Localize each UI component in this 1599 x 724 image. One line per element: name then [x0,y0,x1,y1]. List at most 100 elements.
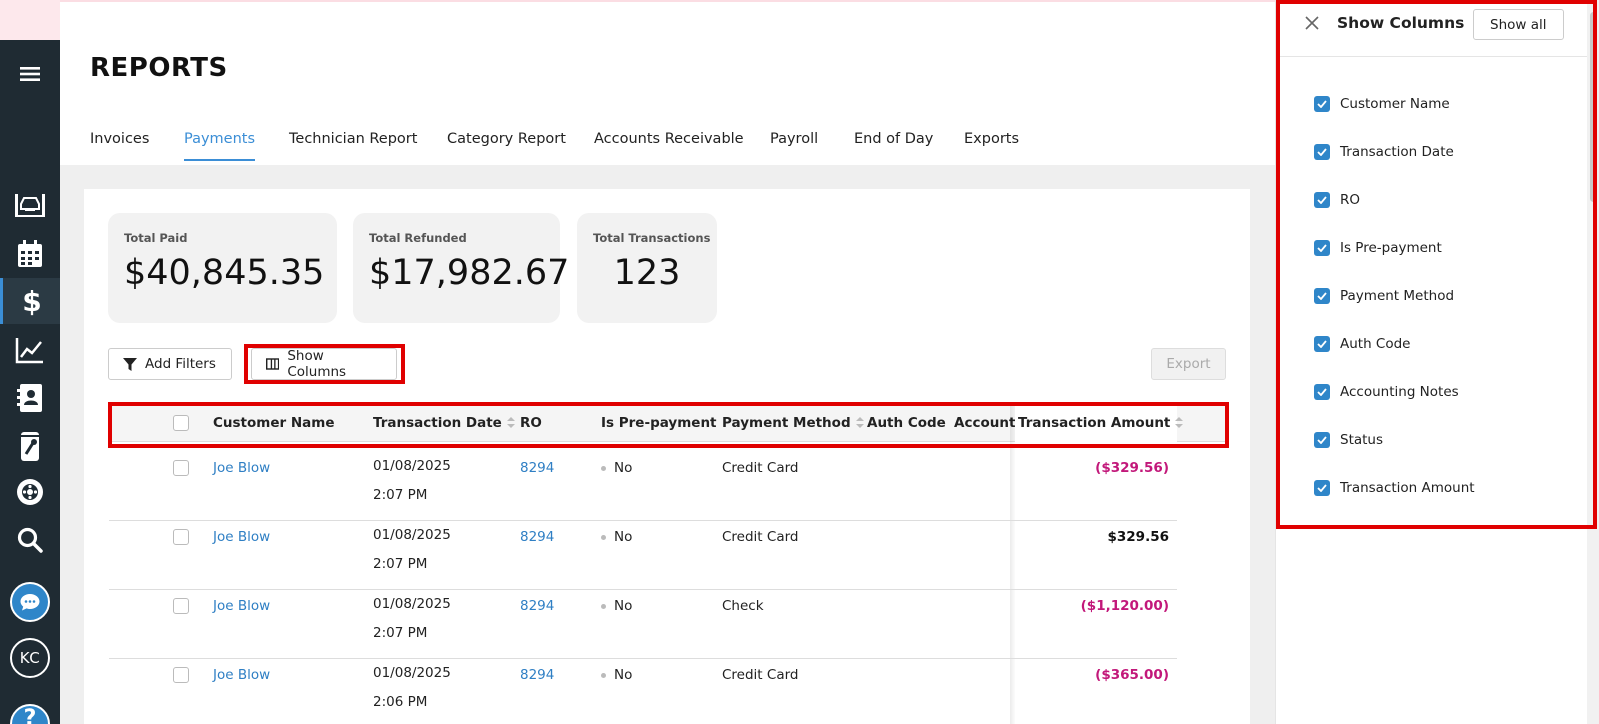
payment-method: Check [722,598,764,614]
show-columns-drawer: Show Columns Show all Customer Name Tran… [1275,0,1599,724]
chat-button[interactable] [10,582,50,622]
date-value: 01/08/2025 [373,527,451,543]
menu-toggle-button[interactable] [0,52,60,96]
checkbox-checked[interactable] [1314,144,1330,160]
ro-link[interactable]: 8294 [520,667,554,683]
avatar[interactable]: KC [10,638,50,678]
column-toggle-label: RO [1340,192,1361,208]
column-toggle-transaction-date[interactable]: Transaction Date [1314,142,1454,162]
sidebar-item-search[interactable] [0,518,60,562]
table-row[interactable]: Joe Blow 01/08/2025 2:07 PM 8294 No Credi… [109,452,1177,521]
prepayment-value: No [601,460,632,476]
ro-link[interactable]: 8294 [520,598,554,614]
time-value: 2:06 PM [373,694,428,710]
sort-icon[interactable] [1175,417,1184,429]
column-toggle-label: Customer Name [1340,96,1450,112]
show-columns-label: Show Columns [287,348,347,380]
status-dot [601,672,606,678]
sidebar-item-contacts[interactable] [0,376,60,420]
checkbox-checked[interactable] [1314,96,1330,112]
column-toggle-accounting-notes[interactable]: Accounting Notes [1314,382,1459,402]
sort-icon[interactable] [855,417,864,429]
row-checkbox[interactable] [173,529,189,545]
transaction-amount: ($1,120.00) [1080,598,1169,614]
row-checkbox[interactable] [173,460,189,476]
export-button[interactable]: Export [1151,348,1226,380]
close-button[interactable] [1304,15,1320,35]
column-toggle-label: Transaction Amount [1340,480,1475,496]
tab-payments[interactable]: Payments [184,131,256,161]
column-header-auth-code[interactable]: Auth Code [867,415,946,431]
column-header-ro[interactable]: RO [520,415,542,431]
table-row[interactable]: Joe Blow 01/08/2025 2:07 PM 8294 No Credi… [109,521,1177,590]
sidebar-item-tires[interactable] [0,470,60,514]
sidebar-item-payments[interactable]: $ [0,278,60,324]
sidebar-item-reports[interactable] [0,328,60,372]
ro-link[interactable]: 8294 [520,460,554,476]
table-row[interactable]: Joe Blow 01/08/2025 2:06 PM 8294 No Credi… [109,659,1177,724]
check-icon [1317,148,1327,156]
column-toggle-is-prepayment[interactable]: Is Pre-payment [1314,238,1442,258]
tab-invoices[interactable]: Invoices [90,131,149,159]
drawer-scrollbar[interactable] [1587,0,1599,724]
tab-exports[interactable]: Exports [964,131,1019,159]
tab-accounts-receivable[interactable]: Accounts Receivable [594,131,744,159]
customer-link[interactable]: Joe Blow [213,667,270,683]
column-toggle-payment-method[interactable]: Payment Method [1314,286,1454,306]
checkbox-checked[interactable] [1314,432,1330,448]
column-toggle-ro[interactable]: RO [1314,190,1360,210]
prepayment-label: No [614,460,633,476]
add-filters-button[interactable]: Add Filters [108,348,232,380]
checkbox-checked[interactable] [1314,336,1330,352]
select-all-checkbox[interactable] [173,415,189,431]
search-icon [17,527,43,553]
ro-link[interactable]: 8294 [520,529,554,545]
drawer-header: Show Columns Show all [1276,0,1599,57]
row-checkbox[interactable] [173,667,189,683]
column-header-label: Payment Method [722,415,851,431]
checkbox-checked[interactable] [1314,480,1330,496]
prepayment-value: No [601,529,632,545]
customer-link[interactable]: Joe Blow [213,460,270,476]
checkbox-checked[interactable] [1314,384,1330,400]
sort-icon[interactable] [506,417,515,429]
date-value: 01/08/2025 [373,665,451,681]
scrollbar-thumb[interactable] [1590,12,1597,202]
show-columns-button[interactable]: Show Columns [251,348,397,380]
column-toggle-label: Accounting Notes [1340,384,1459,400]
check-icon [1317,340,1327,348]
table-row[interactable]: Joe Blow 01/08/2025 2:07 PM 8294 No Check… [109,590,1177,659]
sidebar: $ KC ? [0,0,60,724]
help-button[interactable]: ? [10,704,50,724]
dollar-icon: $ [22,286,41,316]
column-toggle-label: Transaction Date [1340,144,1454,160]
row-checkbox[interactable] [173,598,189,614]
column-header-transaction-date[interactable]: Transaction Date [373,415,515,431]
column-toggle-transaction-amount[interactable]: Transaction Amount [1314,478,1475,498]
column-header-payment-method[interactable]: Payment Method [722,415,864,431]
column-toggle-auth-code[interactable]: Auth Code [1314,334,1411,354]
customer-link[interactable]: Joe Blow [213,598,270,614]
prepayment-value: No [601,598,632,614]
tab-end-of-day[interactable]: End of Day [854,131,933,159]
sidebar-item-calendar[interactable] [0,232,60,276]
tab-technician-report[interactable]: Technician Report [289,131,417,159]
customer-link[interactable]: Joe Blow [213,529,270,545]
time-value: 2:07 PM [373,487,428,503]
stat-value: $40,845.35 [124,253,325,293]
checkbox-checked[interactable] [1314,288,1330,304]
column-header-is-prepayment[interactable]: Is Pre-payment [601,415,717,431]
tab-category-report[interactable]: Category Report [447,131,566,159]
check-icon [1317,196,1327,204]
time-value: 2:07 PM [373,625,428,641]
tab-payroll[interactable]: Payroll [770,131,818,159]
sidebar-item-shop[interactable] [0,182,60,226]
checkbox-checked[interactable] [1314,240,1330,256]
sidebar-item-inventory[interactable] [0,424,60,468]
show-all-button[interactable]: Show all [1473,9,1564,40]
column-toggle-customer-name[interactable]: Customer Name [1314,94,1450,114]
column-toggle-status[interactable]: Status [1314,430,1383,450]
column-header-transaction-amount[interactable]: Transaction Amount [1018,415,1184,431]
column-header-customer-name[interactable]: Customer Name [213,415,335,431]
checkbox-checked[interactable] [1314,192,1330,208]
